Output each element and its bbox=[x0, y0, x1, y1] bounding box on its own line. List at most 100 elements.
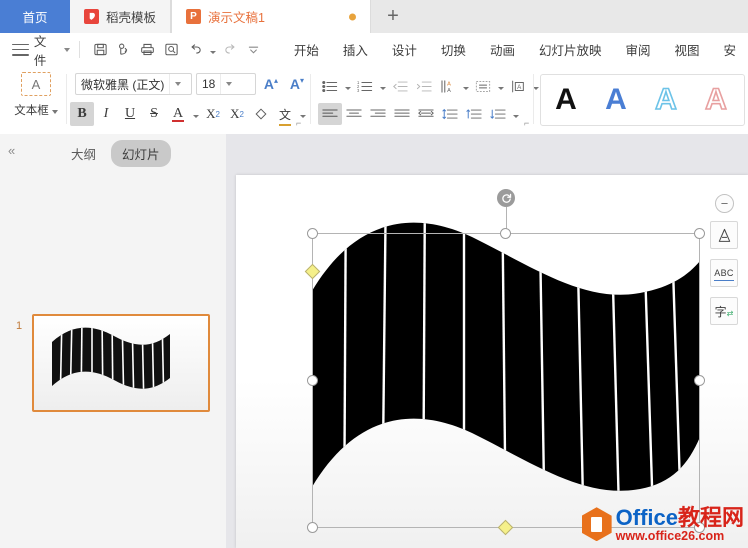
tab-home[interactable]: 首页 bbox=[0, 0, 70, 33]
text-effect-button[interactable]: 文 bbox=[273, 102, 297, 126]
tab-presentation1-label: 演示文稿1 bbox=[208, 7, 265, 26]
menu-tab-insert[interactable]: 插入 bbox=[331, 40, 380, 59]
align-left-icon[interactable] bbox=[318, 103, 342, 125]
menu-tab-view[interactable]: 视图 bbox=[662, 40, 711, 59]
paragraph-spacing-icon[interactable] bbox=[462, 103, 486, 125]
font-size-dropdown-icon[interactable] bbox=[220, 74, 236, 94]
font-dialog-launcher[interactable]: ⌐ bbox=[296, 118, 301, 128]
divider bbox=[310, 74, 311, 124]
underline-button[interactable]: U bbox=[118, 102, 142, 126]
paragraph-dialog-launcher[interactable]: ⌐ bbox=[524, 118, 529, 128]
new-tab-button[interactable]: + bbox=[371, 0, 415, 33]
increase-indent-icon[interactable] bbox=[412, 75, 436, 97]
italic-button[interactable]: I bbox=[94, 102, 118, 126]
bold-button[interactable]: B bbox=[70, 102, 94, 126]
tab-slides[interactable]: 幻灯片 bbox=[111, 140, 171, 167]
undo-dropdown-icon[interactable] bbox=[207, 38, 218, 62]
resize-handle-middle-left[interactable] bbox=[307, 375, 318, 386]
font-controls: 微软雅黑 (正文) 18 A▴ A▾ bbox=[75, 73, 308, 95]
tab-presentation1[interactable]: P 演示文稿1 bbox=[171, 0, 371, 33]
redo-icon[interactable] bbox=[218, 39, 242, 61]
unsaved-indicator-dot bbox=[349, 13, 356, 20]
font-color-dropdown-icon[interactable] bbox=[190, 102, 201, 126]
resize-handle-top-right[interactable] bbox=[694, 228, 705, 239]
font-color-button[interactable]: A bbox=[166, 102, 190, 126]
decrease-indent-icon[interactable] bbox=[388, 75, 412, 97]
clear-format-button[interactable] bbox=[249, 102, 273, 126]
tab-home-label: 首页 bbox=[22, 7, 47, 26]
app-menu-icon[interactable] bbox=[12, 44, 29, 56]
vertical-text-icon[interactable]: A bbox=[506, 75, 530, 97]
menu-tab-slideshow[interactable]: 幻灯片放映 bbox=[527, 40, 614, 59]
tab-outline[interactable]: 大纲 bbox=[60, 140, 107, 167]
justify-icon[interactable] bbox=[390, 103, 414, 125]
slide-navigator-panel: « 大纲 幻灯片 1 bbox=[0, 134, 227, 548]
file-menu-button[interactable]: 文件 bbox=[34, 31, 70, 69]
wordart-style-lightblue-outline[interactable]: A bbox=[641, 85, 691, 115]
line-spacing-icon[interactable] bbox=[438, 103, 462, 125]
resize-handle-bottom-left[interactable] bbox=[307, 522, 318, 533]
text-box-button[interactable]: A 文本框 bbox=[12, 72, 60, 118]
superscript-button[interactable]: X2 bbox=[201, 102, 225, 126]
bullets-icon[interactable] bbox=[318, 75, 342, 97]
text-direction-icon[interactable]: A A bbox=[436, 75, 460, 97]
menu-tab-animation[interactable]: 动画 bbox=[478, 40, 527, 59]
align-text-dropdown-icon[interactable] bbox=[495, 74, 506, 98]
resize-handle-bottom-right[interactable] bbox=[694, 522, 705, 533]
text-convert-button[interactable]: 字⇄ bbox=[710, 297, 738, 325]
wps-presentation-window: 首页 稻壳模板 P 演示文稿1 + 文件 bbox=[0, 0, 748, 548]
collapse-panel-icon[interactable]: « bbox=[8, 143, 13, 158]
wordart-style-pink-outline[interactable]: A bbox=[691, 85, 741, 115]
resize-handle-top-left[interactable] bbox=[307, 228, 318, 239]
svg-text:A: A bbox=[447, 88, 451, 94]
print-preview-icon[interactable] bbox=[160, 39, 184, 61]
shape-selection-box[interactable] bbox=[312, 233, 700, 528]
customize-toolbar-icon[interactable] bbox=[242, 39, 266, 61]
decrease-font-size-icon[interactable]: A▾ bbox=[286, 73, 308, 95]
menu-tab-design[interactable]: 设计 bbox=[380, 40, 429, 59]
wordart-style-black[interactable]: A bbox=[541, 85, 591, 115]
numbering-dropdown-icon[interactable] bbox=[377, 74, 388, 98]
bullets-dropdown-icon[interactable] bbox=[342, 74, 353, 98]
text-direction-dropdown-icon[interactable] bbox=[460, 74, 471, 98]
print-icon[interactable] bbox=[136, 39, 160, 61]
distribute-icon[interactable] bbox=[414, 103, 438, 125]
slide-editing-surface[interactable]: Office教程网 www.office26.com bbox=[236, 175, 748, 548]
numbering-icon[interactable]: 1 2 3 bbox=[353, 75, 377, 97]
font-name-dropdown-icon[interactable] bbox=[169, 74, 185, 94]
menu-tab-start[interactable]: 开始 bbox=[282, 40, 331, 59]
save-icon[interactable] bbox=[89, 39, 113, 61]
menu-tab-transition[interactable]: 切换 bbox=[429, 40, 478, 59]
font-size-combo[interactable]: 18 bbox=[196, 73, 256, 95]
slide-number-label: 1 bbox=[16, 320, 22, 332]
align-text-icon[interactable] bbox=[471, 75, 495, 97]
navigator-tabs: 大纲 幻灯片 bbox=[60, 140, 171, 167]
list-level-icon[interactable] bbox=[486, 103, 510, 125]
font-name-combo[interactable]: 微软雅黑 (正文) bbox=[75, 73, 192, 95]
wordart-style-blue[interactable]: A bbox=[591, 85, 641, 115]
file-menu-label: 文件 bbox=[34, 31, 59, 69]
divider bbox=[79, 41, 80, 58]
wordart-style-button[interactable] bbox=[710, 221, 738, 249]
tab-template-store-label: 稻壳模板 bbox=[106, 7, 156, 26]
resize-handle-top-center[interactable] bbox=[500, 228, 511, 239]
increase-font-size-icon[interactable]: A▴ bbox=[260, 73, 282, 95]
undo-icon[interactable] bbox=[184, 39, 208, 61]
ribbon-tabs: 开始 插入 设计 切换 动画 幻灯片放映 审阅 视图 安 bbox=[282, 40, 748, 59]
share-icon[interactable] bbox=[112, 39, 136, 61]
spell-check-button[interactable]: ABC bbox=[710, 259, 738, 287]
align-center-icon[interactable] bbox=[342, 103, 366, 125]
rotate-handle[interactable] bbox=[497, 189, 515, 207]
slide-thumbnail-1[interactable] bbox=[32, 314, 210, 412]
align-right-icon[interactable] bbox=[366, 103, 390, 125]
subscript-button[interactable]: X2 bbox=[225, 102, 249, 126]
resize-handle-middle-right[interactable] bbox=[694, 375, 705, 386]
list-level-dropdown-icon[interactable] bbox=[510, 102, 521, 126]
menu-tab-review[interactable]: 审阅 bbox=[613, 40, 662, 59]
collapse-toolbar-button[interactable] bbox=[715, 194, 734, 213]
slide-canvas-area[interactable]: Office教程网 www.office26.com ABC 字⇄ bbox=[226, 134, 748, 548]
strikethrough-button[interactable]: S bbox=[142, 102, 166, 126]
chevron-down-icon bbox=[64, 48, 70, 52]
tab-template-store[interactable]: 稻壳模板 bbox=[70, 0, 171, 33]
menu-tab-security[interactable]: 安 bbox=[712, 40, 748, 59]
